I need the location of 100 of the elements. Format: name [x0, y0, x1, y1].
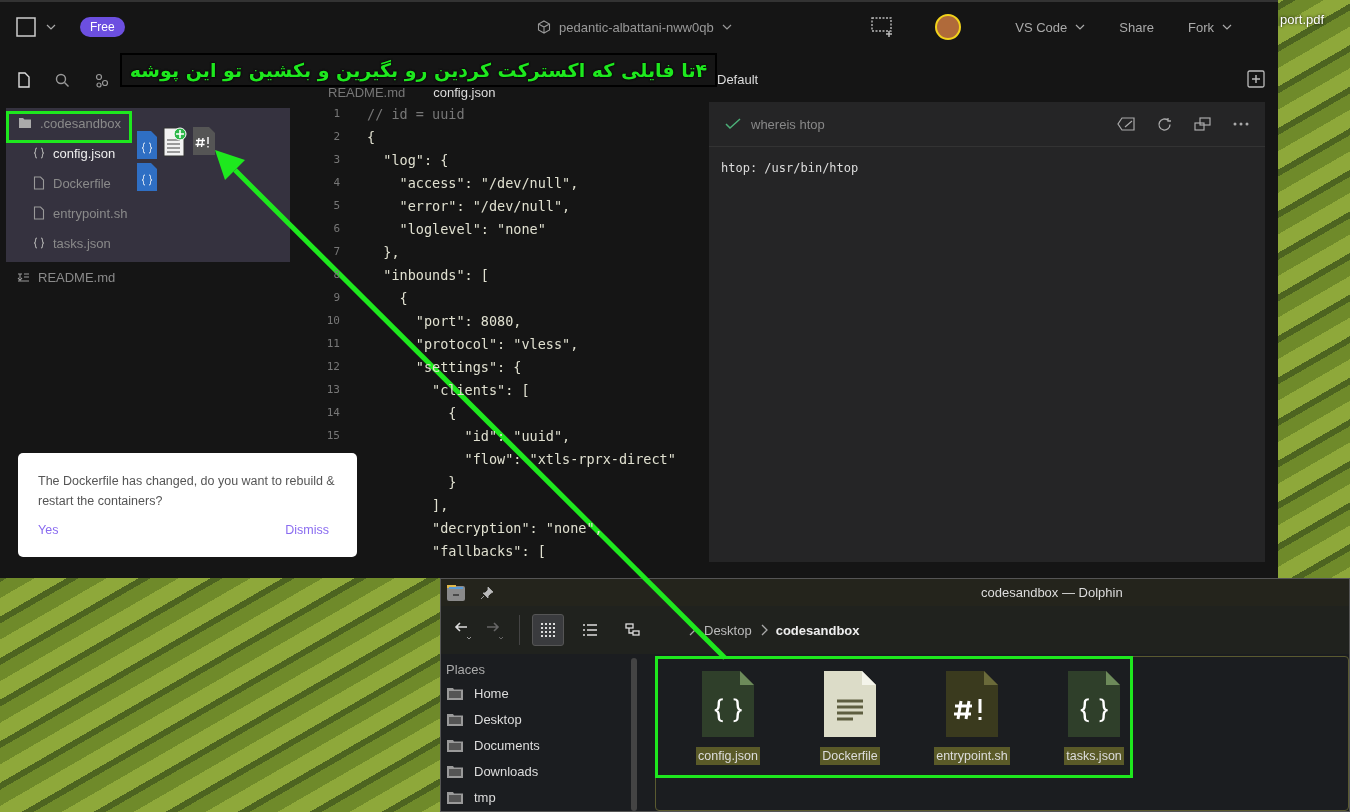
- fork-button[interactable]: Fork: [1178, 15, 1242, 39]
- markdown-icon: [17, 271, 30, 283]
- breadcrumb-item[interactable]: codesandbox: [775, 622, 860, 638]
- code-line: {: [447, 404, 457, 421]
- nodes-icon[interactable]: [94, 72, 109, 88]
- line-number: 3: [333, 153, 340, 166]
- dragged-text-file-icon: [162, 124, 188, 158]
- line-number: 15: [326, 429, 340, 442]
- code-line: ],: [431, 496, 449, 513]
- breadcrumb-item[interactable]: Desktop: [704, 622, 752, 638]
- json-file-icon[interactable]: [1066, 669, 1122, 739]
- notification-action[interactable]: Dismiss: [285, 521, 329, 539]
- code-line: "error": "/dev/null",: [398, 197, 571, 214]
- places-item[interactable]: tmp: [446, 784, 626, 810]
- folder-item[interactable]: .codesandbox: [6, 108, 121, 138]
- icons-view-button[interactable]: [532, 614, 564, 646]
- line-number: 2: [333, 130, 340, 143]
- line-number: 7: [333, 245, 340, 258]
- editor-tab[interactable]: README.md: [328, 85, 406, 100]
- share-button[interactable]: Share: [1109, 15, 1164, 39]
- code-line: "id": "uuid",: [463, 427, 571, 444]
- line-number: 11: [326, 337, 340, 350]
- file-name[interactable]: config.json: [696, 747, 760, 765]
- code-line: "protocol": "vless",: [414, 335, 579, 352]
- script-file-icon[interactable]: [944, 669, 1000, 739]
- caret-icon[interactable]: [46, 23, 56, 31]
- file-icon[interactable]: [17, 72, 31, 88]
- add-terminal-icon[interactable]: [1247, 70, 1265, 88]
- editor-tab[interactable]: config.json: [433, 85, 496, 100]
- annotation-text: ۴تا فایلی که اکسترکت کردین رو بگیرین و بکشین تو این پوشه: [129, 59, 708, 81]
- file-item[interactable]: README.md: [6, 262, 116, 292]
- line-number: 1: [333, 107, 340, 120]
- window-title: codesandbox — Dolphin: [981, 585, 1123, 600]
- layout-icon[interactable]: [16, 17, 36, 37]
- code-line: "port": 8080,: [414, 312, 522, 329]
- places-item[interactable]: Documents: [446, 732, 626, 758]
- terminal-command: whereis htop: [751, 116, 825, 132]
- avatar[interactable]: [935, 14, 962, 40]
- dragged-script-file-icon: [192, 126, 216, 156]
- line-number: 4: [333, 176, 340, 189]
- notification-action[interactable]: Yes: [38, 521, 59, 539]
- folder-icon: [446, 711, 464, 727]
- code-line: "inbounds": [: [382, 266, 489, 283]
- caret-icon: [1075, 23, 1086, 31]
- file-item[interactable]: config.json: [21, 138, 116, 168]
- line-number: 9: [333, 291, 340, 304]
- folder-icon: [446, 789, 464, 805]
- refresh-icon[interactable]: [1157, 116, 1172, 132]
- grid-icon: [541, 623, 555, 637]
- code-line: }: [447, 473, 457, 490]
- file-item[interactable]: tasks.json: [21, 228, 111, 258]
- file-item[interactable]: Dockerfile: [21, 168, 111, 198]
- check-icon: [725, 118, 741, 130]
- file-name[interactable]: entrypoint.sh: [934, 747, 1010, 765]
- chevron-icon: [759, 624, 768, 636]
- cube-icon: [537, 20, 551, 34]
- caret-icon: [1222, 23, 1232, 31]
- search-icon[interactable]: [55, 72, 70, 88]
- code-line: },: [382, 243, 400, 260]
- plan-badge: Free: [80, 17, 125, 37]
- code-line: "access": "/dev/null",: [398, 174, 579, 191]
- line-number: 14: [326, 406, 340, 419]
- braces-icon: [33, 237, 45, 249]
- more-icon[interactable]: [1233, 122, 1249, 126]
- code-line: "loglevel": "none": [398, 220, 546, 237]
- line-number: 10: [326, 314, 340, 327]
- dragged-json-file-icon: [136, 162, 158, 192]
- file-icon: [33, 176, 45, 190]
- line-number: 8: [333, 268, 340, 281]
- line-number: 6: [333, 222, 340, 235]
- folder-app-icon: [446, 583, 466, 602]
- places-item[interactable]: Desktop: [446, 706, 626, 732]
- file-name[interactable]: Dockerfile: [820, 747, 880, 765]
- caret-icon: [721, 23, 732, 31]
- eraser-icon[interactable]: [1117, 117, 1135, 131]
- places-item[interactable]: Downloads: [446, 758, 626, 784]
- folder-icon: [446, 763, 464, 779]
- file-name[interactable]: tasks.json: [1064, 747, 1124, 765]
- terminal-tab[interactable]: Default: [717, 71, 759, 87]
- places-item[interactable]: Home: [446, 680, 626, 706]
- terminal-output: htop: /usr/bin/htop: [720, 160, 860, 177]
- text-file-icon[interactable]: [822, 669, 878, 739]
- code-line: {: [398, 289, 408, 306]
- tree-icon: [624, 623, 640, 637]
- line-number: 13: [326, 383, 340, 396]
- code-comment: // id = uuid: [367, 105, 465, 122]
- notification-message: The Dockerfile has changed, do you want to rebuild & restart the containers?: [38, 473, 336, 510]
- editor-menu[interactable]: VS Code: [1005, 15, 1096, 39]
- file-item[interactable]: entrypoint.sh: [21, 198, 128, 228]
- list-icon: [583, 624, 597, 636]
- folder-icon: [446, 685, 464, 701]
- folder-icon: [18, 117, 32, 129]
- code-line: "flow": "xtls-rprx-direct": [463, 450, 676, 467]
- dragged-json-file-icon: [136, 130, 158, 160]
- json-file-icon[interactable]: [700, 669, 756, 739]
- pin-icon[interactable]: [480, 585, 494, 600]
- places-heading: Places: [446, 660, 487, 679]
- copy-icon[interactable]: [1194, 116, 1211, 132]
- project-menu[interactable]: pedantic-albattani-nww0qb: [537, 19, 732, 35]
- code-line: {: [367, 128, 376, 145]
